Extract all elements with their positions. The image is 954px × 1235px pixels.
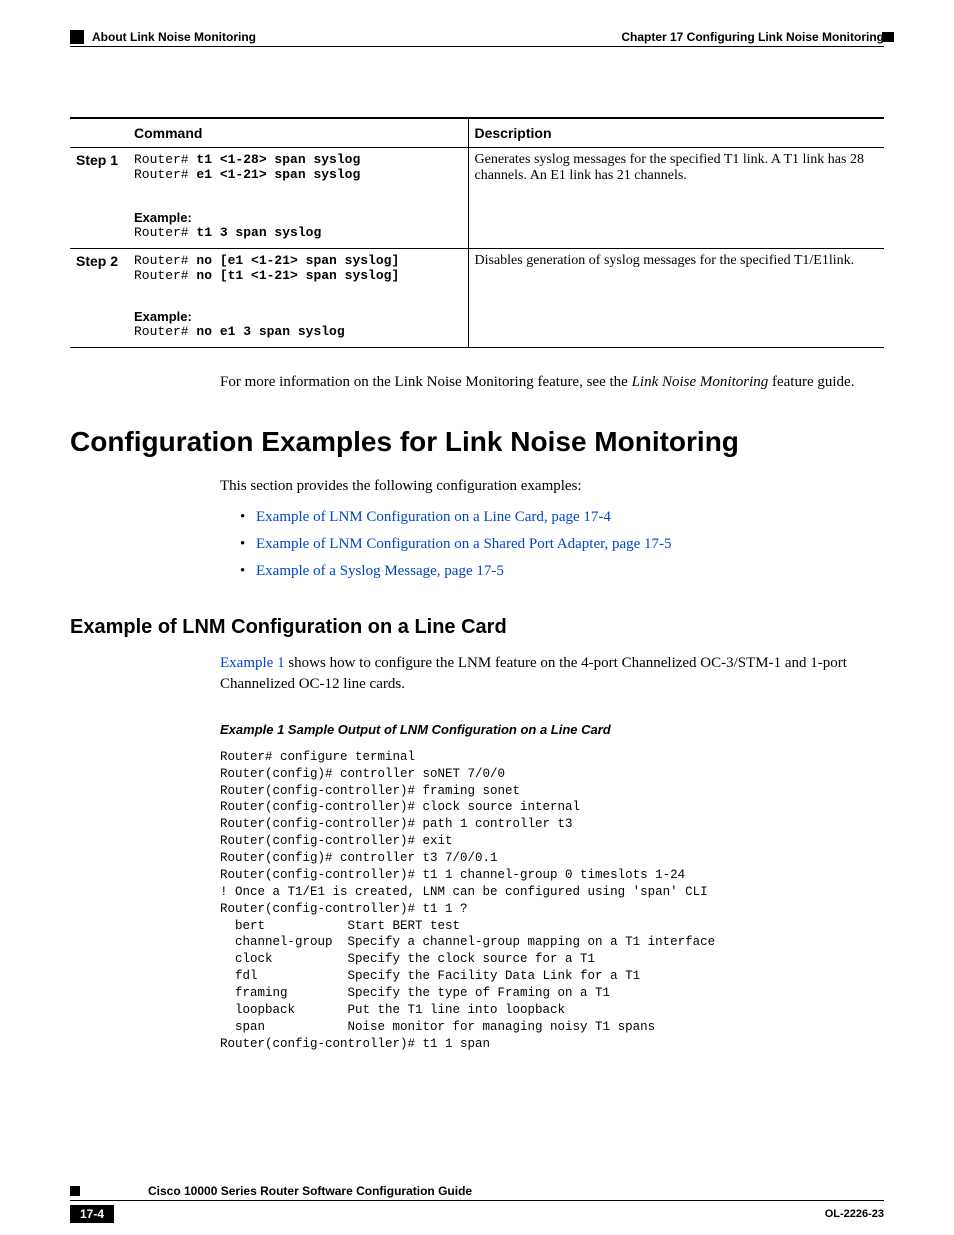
- cmd-line: Router# e1 <1-21> span syslog: [134, 167, 462, 182]
- list-item: Example of a Syslog Message, page 17-5: [240, 563, 884, 580]
- description-cell: Disables generation of syslog messages f…: [468, 249, 884, 292]
- footer-marker-icon: [70, 1186, 80, 1196]
- example-intro: Example 1 shows how to configure the LNM…: [220, 653, 884, 694]
- cmd-line: Router# no [t1 <1-21> span syslog]: [134, 268, 462, 283]
- link-example-line-card[interactable]: Example of LNM Configuration on a Line C…: [256, 509, 611, 525]
- step-label: Step 1: [70, 148, 128, 193]
- cmd-line: Router# no [e1 <1-21> span syslog]: [134, 253, 462, 268]
- header-chapter: Chapter 17 Configuring Link Noise Monito…: [621, 30, 884, 44]
- list-item: Example of LNM Configuration on a Shared…: [240, 536, 884, 553]
- page-header: About Link Noise Monitoring Chapter 17 C…: [70, 30, 884, 47]
- doc-id: OL-2226-23: [825, 1208, 884, 1220]
- cmd-line: Router# t1 <1-28> span syslog: [134, 152, 462, 167]
- header-marker-icon: [70, 30, 84, 44]
- example-label: Example:: [134, 210, 462, 225]
- header-section-name: About Link Noise Monitoring: [92, 30, 256, 44]
- col-command-header: Command: [128, 118, 468, 148]
- link-example-spa[interactable]: Example of LNM Configuration on a Shared…: [256, 536, 672, 552]
- col-description-header: Description: [468, 118, 884, 148]
- command-table-wrap: Command Description Step 1 Router# t1 <1…: [70, 117, 884, 348]
- header-right-rule-icon: [882, 32, 894, 42]
- h2-line-card-example: Example of LNM Configuration on a Line C…: [70, 616, 884, 639]
- intro-text: This section provides the following conf…: [220, 476, 884, 497]
- example-title: Example 1 Sample Output of LNM Configura…: [220, 722, 884, 737]
- code-block: Router# configure terminal Router(config…: [220, 749, 884, 1053]
- link-example-syslog[interactable]: Example of a Syslog Message, page 17-5: [256, 563, 504, 579]
- list-item: Example of LNM Configuration on a Line C…: [240, 509, 884, 526]
- example-label: Example:: [134, 309, 462, 324]
- page-number-tab: 17-4: [70, 1205, 114, 1223]
- links-list: Example of LNM Configuration on a Line C…: [240, 509, 884, 580]
- example-cmd: Router# t1 3 span syslog: [134, 225, 462, 240]
- body-note: For more information on the Link Noise M…: [220, 372, 884, 392]
- example-cmd: Router# no e1 3 span syslog: [134, 324, 462, 339]
- page-footer: Cisco 10000 Series Router Software Confi…: [70, 1184, 884, 1223]
- step-label: Step 2: [70, 249, 128, 292]
- command-table: Command Description Step 1 Router# t1 <1…: [70, 117, 884, 348]
- description-cell: Generates syslog messages for the specif…: [468, 148, 884, 193]
- footer-guide-title: Cisco 10000 Series Router Software Confi…: [148, 1184, 472, 1198]
- link-example-1[interactable]: Example 1: [220, 655, 285, 671]
- h1-config-examples: Configuration Examples for Link Noise Mo…: [70, 426, 884, 458]
